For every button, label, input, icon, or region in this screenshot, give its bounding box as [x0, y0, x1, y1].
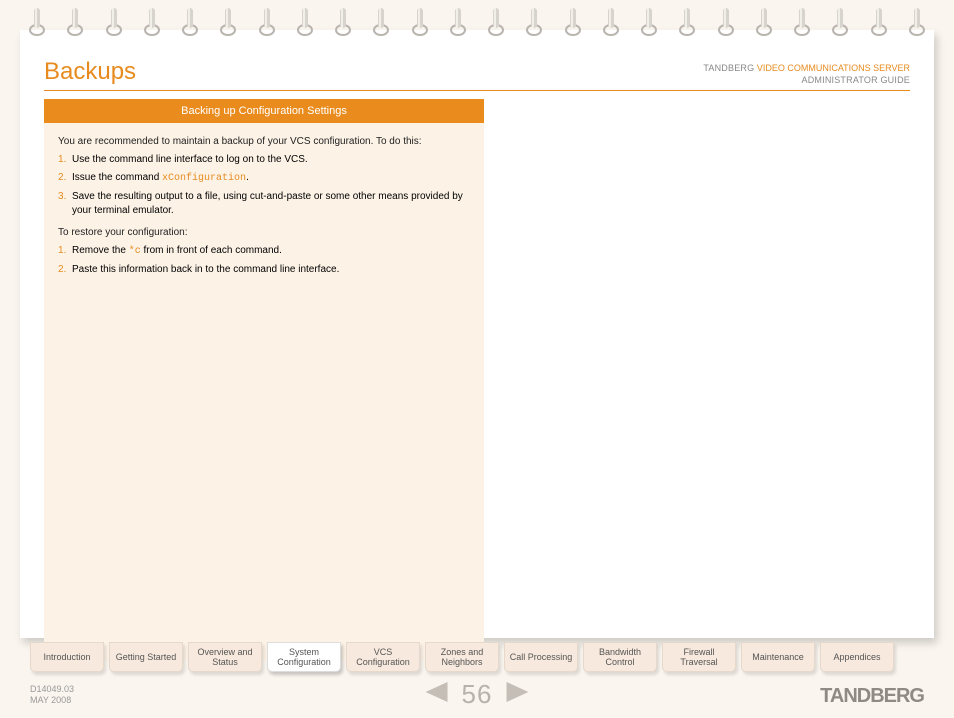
spiral-ring-icon [449, 8, 467, 36]
spiral-ring-icon [908, 8, 926, 36]
spiral-ring-icon [181, 8, 199, 36]
step-text: Save the resulting output to a file, usi… [72, 191, 463, 216]
brand-highlight: VIDEO COMMUNICATIONS SERVER [757, 63, 910, 73]
spiral-ring-icon [219, 8, 237, 36]
brand-sub: ADMINISTRATOR GUIDE [703, 74, 910, 86]
tab-overview-status[interactable]: Overview and Status [188, 642, 262, 672]
left-column: Backing up Configuration Settings You ar… [44, 99, 484, 661]
doc-meta: D14049.03 MAY 2008 [30, 684, 74, 706]
brand-prefix: TANDBERG [703, 63, 754, 73]
header-branding: TANDBERG VIDEO COMMUNICATIONS SERVER ADM… [703, 62, 910, 86]
prev-page-icon[interactable] [426, 682, 452, 708]
spiral-ring-icon [717, 8, 735, 36]
content-area: Backing up Configuration Settings You ar… [44, 99, 910, 661]
footer: D14049.03 MAY 2008 56 TANDBERG [30, 680, 924, 710]
tab-system-configuration[interactable]: System Configuration [267, 642, 341, 672]
spiral-ring-icon [831, 8, 849, 36]
step-1: 1.Use the command line interface to log … [58, 153, 470, 167]
intro-text: You are recommended to maintain a backup… [44, 135, 484, 149]
restore-intro: To restore your configuration: [44, 226, 484, 240]
tab-firewall-traversal[interactable]: Firewall Traversal [662, 642, 736, 672]
tab-maintenance[interactable]: Maintenance [741, 642, 815, 672]
step-text: Paste this information back in to the co… [72, 264, 339, 275]
spiral-ring-icon [678, 8, 696, 36]
spiral-ring-icon [66, 8, 84, 36]
spiral-ring-icon [564, 8, 582, 36]
steps-backup: 1.Use the command line interface to log … [44, 153, 484, 218]
spiral-ring-icon [334, 8, 352, 36]
spiral-ring-icon [602, 8, 620, 36]
restore-step-2: 2.Paste this information back in to the … [58, 263, 470, 277]
step-text: Use the command line interface to log on… [72, 154, 308, 165]
spiral-ring-icon [372, 8, 390, 36]
code-xconfiguration: xConfiguration [162, 173, 246, 184]
tab-vcs-configuration[interactable]: VCS Configuration [346, 642, 420, 672]
spiral-ring-icon [870, 8, 888, 36]
tab-call-processing[interactable]: Call Processing [504, 642, 578, 672]
step-text-pre: Issue the command [72, 172, 162, 183]
page-number: 56 [462, 679, 493, 710]
tab-appendices[interactable]: Appendices [820, 642, 894, 672]
spiral-ring-icon [793, 8, 811, 36]
spiral-ring-icon [28, 8, 46, 36]
step-text-pre: Remove the [72, 245, 129, 256]
spiral-ring-icon [755, 8, 773, 36]
restore-step-1: 1.Remove the *c from in front of each co… [58, 244, 470, 259]
tab-getting-started[interactable]: Getting Started [109, 642, 183, 672]
tab-bandwidth-control[interactable]: Bandwidth Control [583, 642, 657, 672]
spiral-ring-icon [258, 8, 276, 36]
tab-introduction[interactable]: Introduction [30, 642, 104, 672]
page-header: Backups TANDBERG VIDEO COMMUNICATIONS SE… [44, 58, 910, 91]
step-3: 3.Save the resulting output to a file, u… [58, 190, 470, 218]
steps-restore: 1.Remove the *c from in front of each co… [44, 244, 484, 277]
footer-logo: TANDBERG [820, 685, 924, 708]
spiral-ring-icon [105, 8, 123, 36]
step-text-post: from in front of each command. [141, 245, 282, 256]
doc-date: MAY 2008 [30, 695, 74, 706]
spiral-binding: // rings will be generated below via DOM… [28, 8, 926, 42]
spiral-ring-icon [525, 8, 543, 36]
spiral-ring-icon [640, 8, 658, 36]
page-sheet: Backups TANDBERG VIDEO COMMUNICATIONS SE… [20, 30, 934, 638]
step-text-post: . [246, 172, 249, 183]
nav-tabs: Introduction Getting Started Overview an… [30, 642, 894, 672]
spiral-ring-icon [143, 8, 161, 36]
step-2: 2.Issue the command xConfiguration. [58, 171, 470, 186]
tab-zones-neighbors[interactable]: Zones and Neighbors [425, 642, 499, 672]
code-star-c: *c [129, 246, 141, 257]
spiral-ring-icon [487, 8, 505, 36]
next-page-icon[interactable] [502, 682, 528, 708]
spiral-ring-icon [296, 8, 314, 36]
page-nav: 56 [426, 679, 529, 710]
spiral-ring-icon [411, 8, 429, 36]
doc-id: D14049.03 [30, 684, 74, 695]
section-heading: Backing up Configuration Settings [44, 99, 484, 123]
